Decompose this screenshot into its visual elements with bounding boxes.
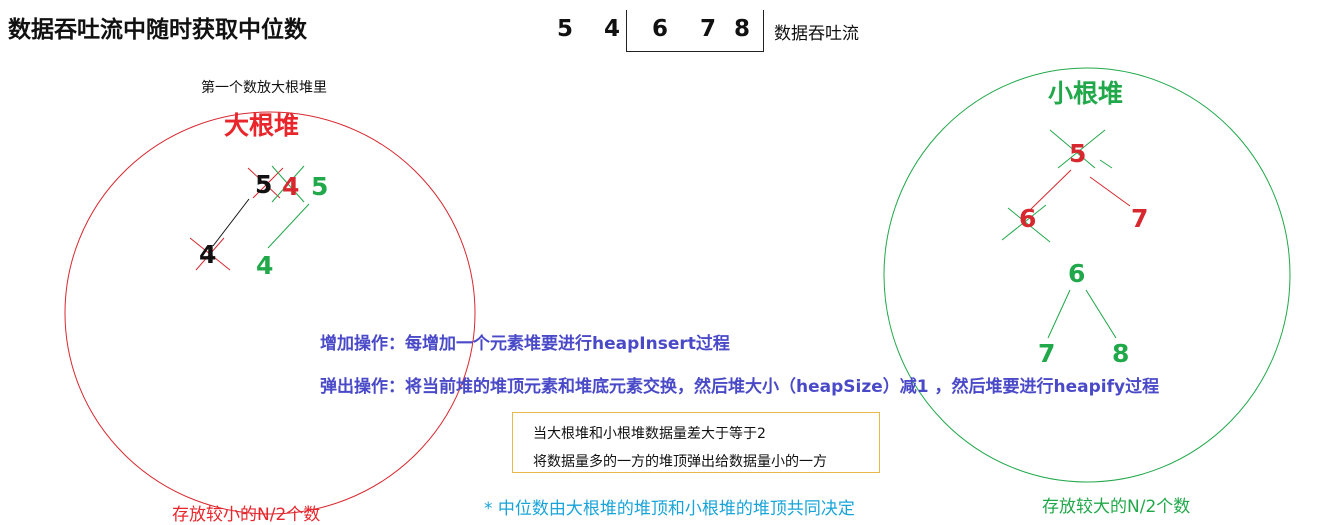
min-edge-green-right [1085,289,1117,339]
max-heap-node: 4 [199,240,217,269]
max-heap-title: 大根堆 [224,111,300,140]
min-heap-node: 6 [1019,204,1037,233]
balance-note-line: 当大根堆和小根堆数据量差大于等于2 [533,426,766,442]
stream-number: 4 [604,16,621,42]
balance-note-box: 当大根堆和小根堆数据量差大于等于2 将数据量多的一方的堆顶弹出给数据量小的一方 [512,412,880,473]
balance-note-line: 将数据量多的一方的堆顶弹出给数据量小的一方 [533,454,827,470]
min-heap-title: 小根堆 [1048,79,1124,108]
min-heap-node: 8 [1112,339,1130,368]
min-heap-circle [883,67,1291,483]
first-number-note: 第一个数放大根堆里 [201,80,327,96]
max-heap-node: 5 [255,170,273,199]
min-heap-node: 5 [1069,139,1087,168]
min-heap-caption: 存放较大的N/2个数 [1042,497,1191,517]
min-edge-green-left [1047,289,1071,339]
stream-number: 7 [700,16,717,42]
min-heap-node: 7 [1131,204,1149,233]
min-heap-node: 6 [1068,259,1086,288]
max-edge-green [267,203,310,249]
stream-number: 8 [734,16,751,42]
max-edge-black [212,198,250,247]
stream-number: 6 [652,16,669,42]
max-heap-caption: 存放较小的N/2个数 [172,505,321,525]
page-title: 数据吞吐流中随时获取中位数 [8,17,307,43]
median-note: * 中位数由大根堆的堆顶和小根堆的堆顶共同决定 [484,499,855,519]
min-heap-node: 7 [1038,339,1056,368]
max-heap-node: 4 [282,172,300,201]
stream-number: 5 [557,16,574,42]
max-heap-node: 5 [311,172,329,201]
stream-label: 数据吞吐流 [774,24,859,44]
max-heap-node: 4 [256,251,274,280]
add-operation-text: 增加操作：每增加一个元素堆要进行heapInsert过程 [320,334,730,354]
min-edge-red-right [1089,176,1131,207]
pop-operation-text: 弹出操作：将当前堆的堆顶元素和堆底元素交换，然后堆大小（heapSize）减1 … [320,377,1160,397]
